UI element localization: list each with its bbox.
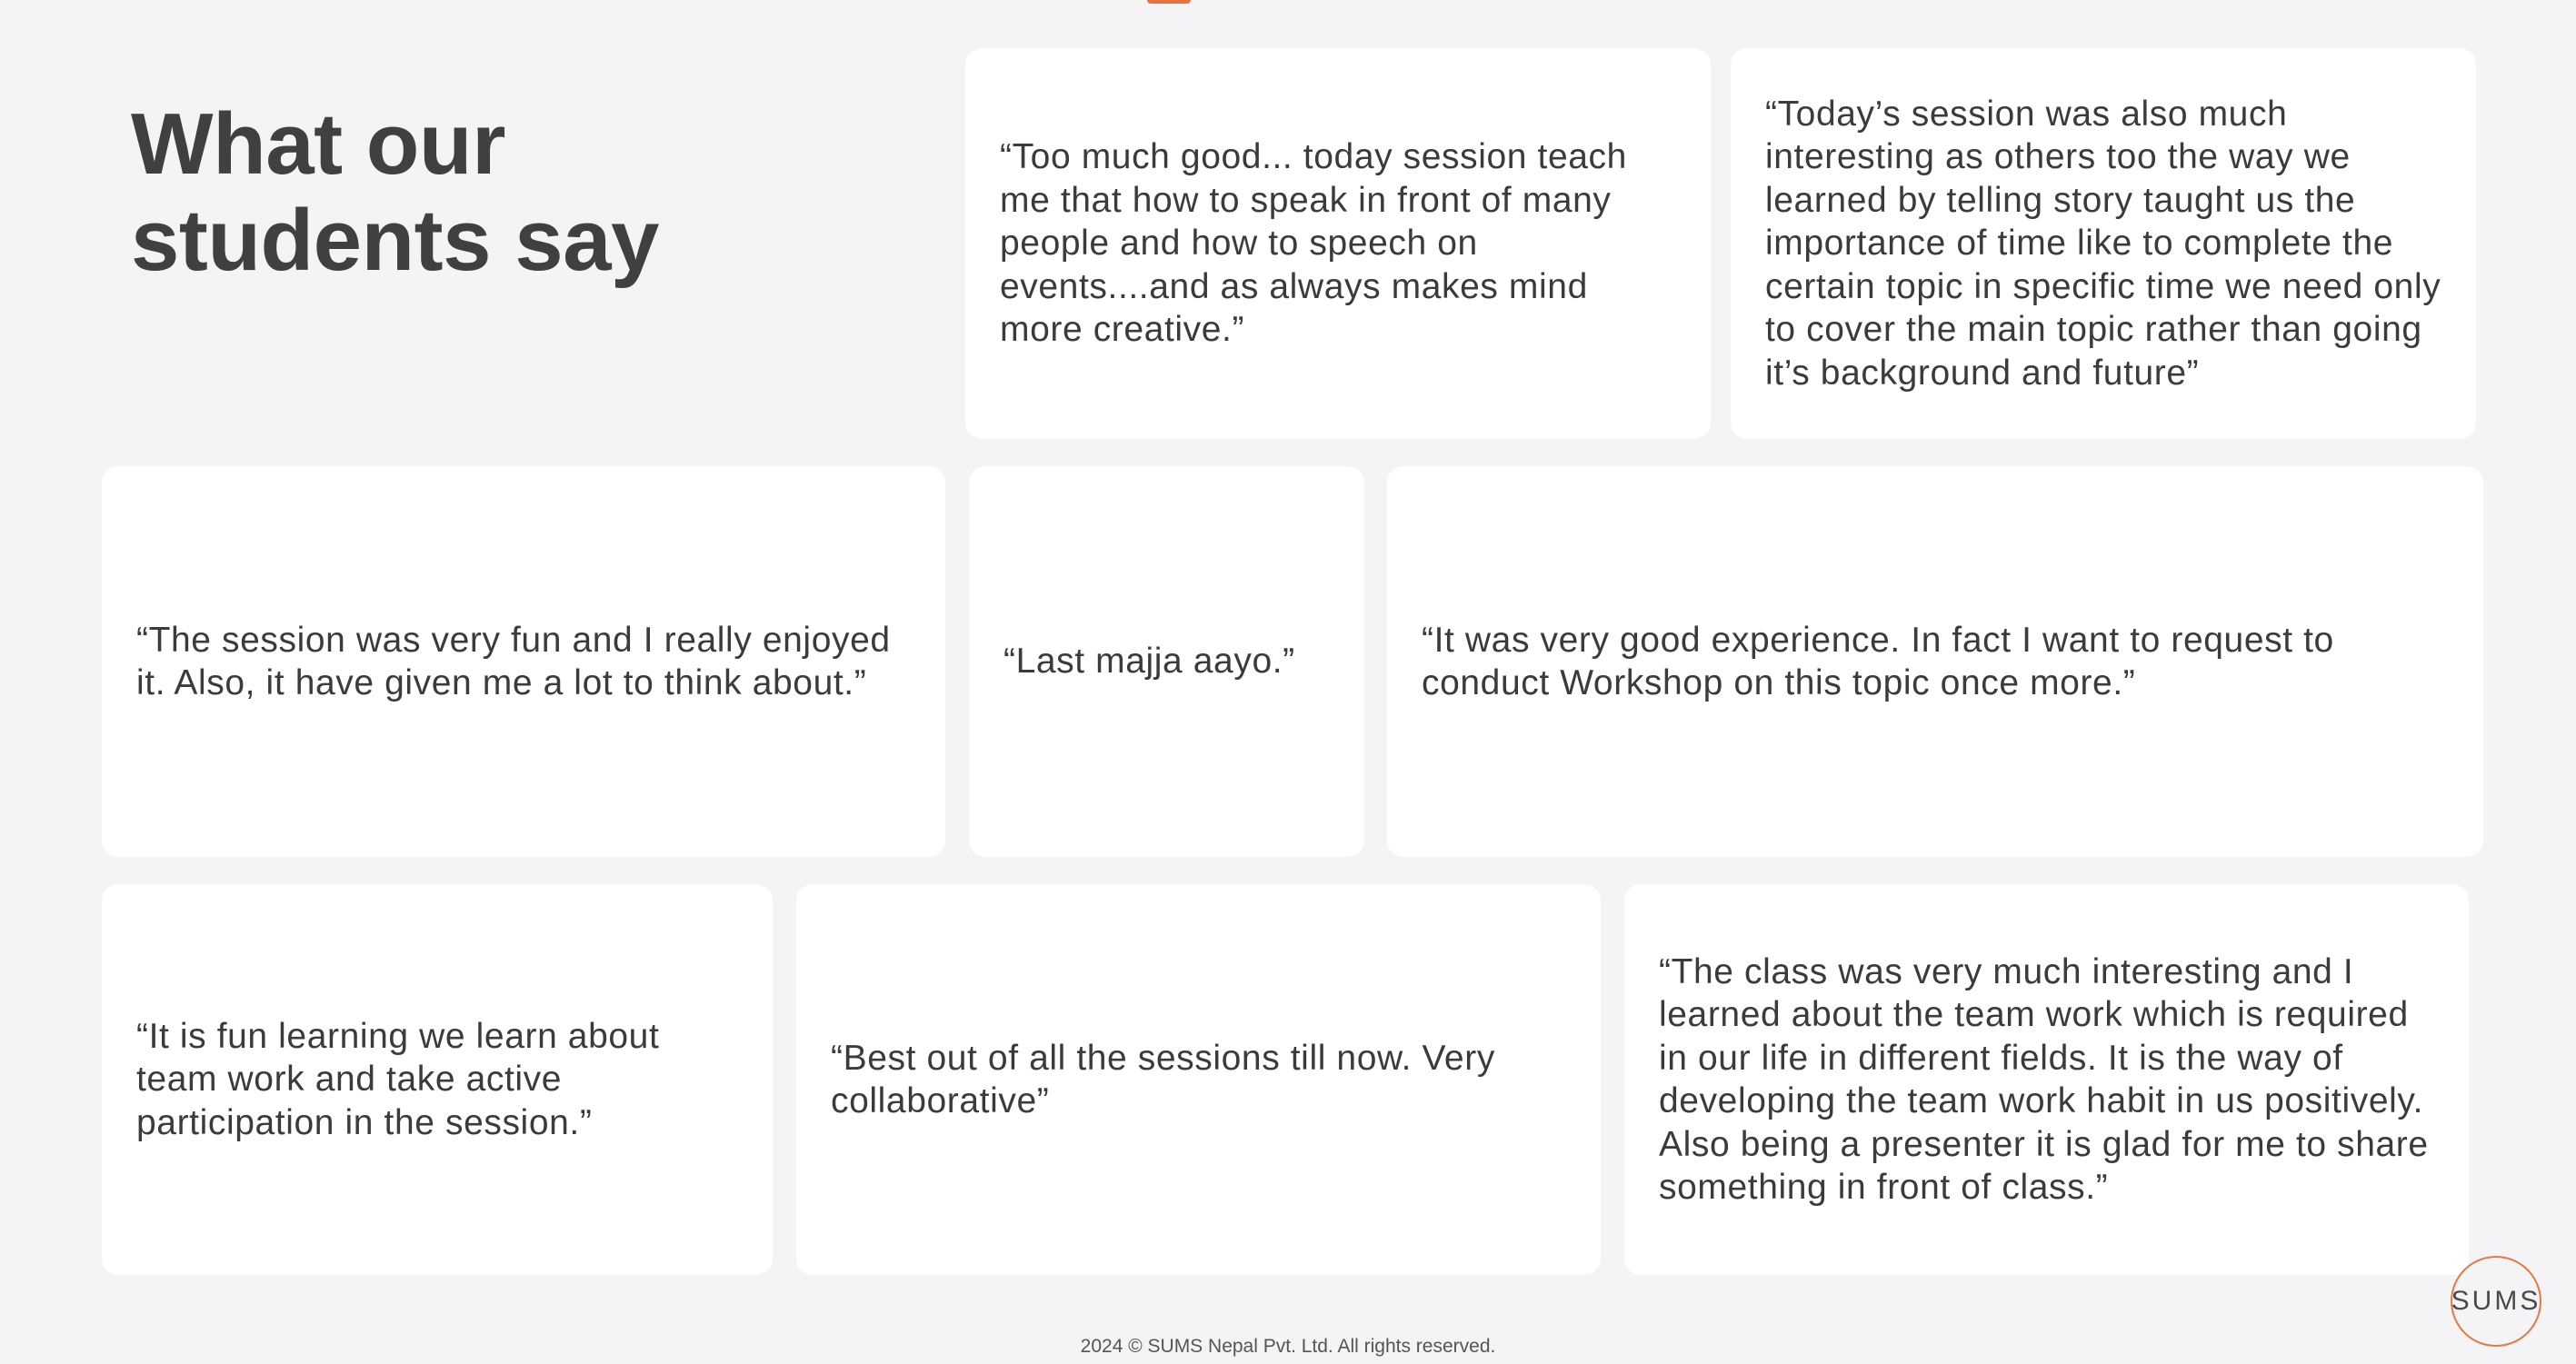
testimonial-card: “It is fun learning we learn about team …: [102, 884, 773, 1275]
testimonial-text: “Today’s session was also much interesti…: [1765, 94, 2441, 393]
top-accent-bar: [1147, 0, 1191, 4]
sums-logo: SUMS: [2451, 1256, 2541, 1347]
testimonial-text: “Best out of all the sessions till now. …: [831, 1038, 1495, 1121]
testimonial-card: “Too much good... today session teach me…: [965, 48, 1711, 439]
testimonial-card: “Today’s session was also much interesti…: [1731, 48, 2476, 439]
page-title-line-2: students say: [131, 192, 659, 289]
testimonial-card: “The session was very fun and I really e…: [102, 466, 945, 857]
testimonial-card: “Best out of all the sessions till now. …: [796, 884, 1601, 1275]
testimonial-text: “The class was very much interesting and…: [1659, 951, 2429, 1208]
testimonial-text: “The session was very fun and I really e…: [136, 620, 891, 703]
footer-copyright: 2024 © SUMS Nepal Pvt. Ltd. All rights r…: [1080, 1336, 1496, 1357]
testimonial-card: “The class was very much interesting and…: [1624, 884, 2469, 1275]
page-title-line-1: What our: [131, 95, 505, 193]
testimonial-text: “It was very good experience. In fact I …: [1422, 620, 2334, 703]
sums-logo-text: SUMS: [2451, 1286, 2541, 1316]
testimonial-card: “Last majja aayo.”: [969, 466, 1364, 857]
testimonial-text: “It is fun learning we learn about team …: [136, 1016, 660, 1142]
testimonial-text: “Last majja aayo.”: [1003, 642, 1295, 682]
testimonial-text: “Too much good... today session teach me…: [1000, 137, 1627, 350]
page-title: What our students say: [131, 96, 659, 289]
testimonial-card: “It was very good experience. In fact I …: [1387, 466, 2483, 857]
